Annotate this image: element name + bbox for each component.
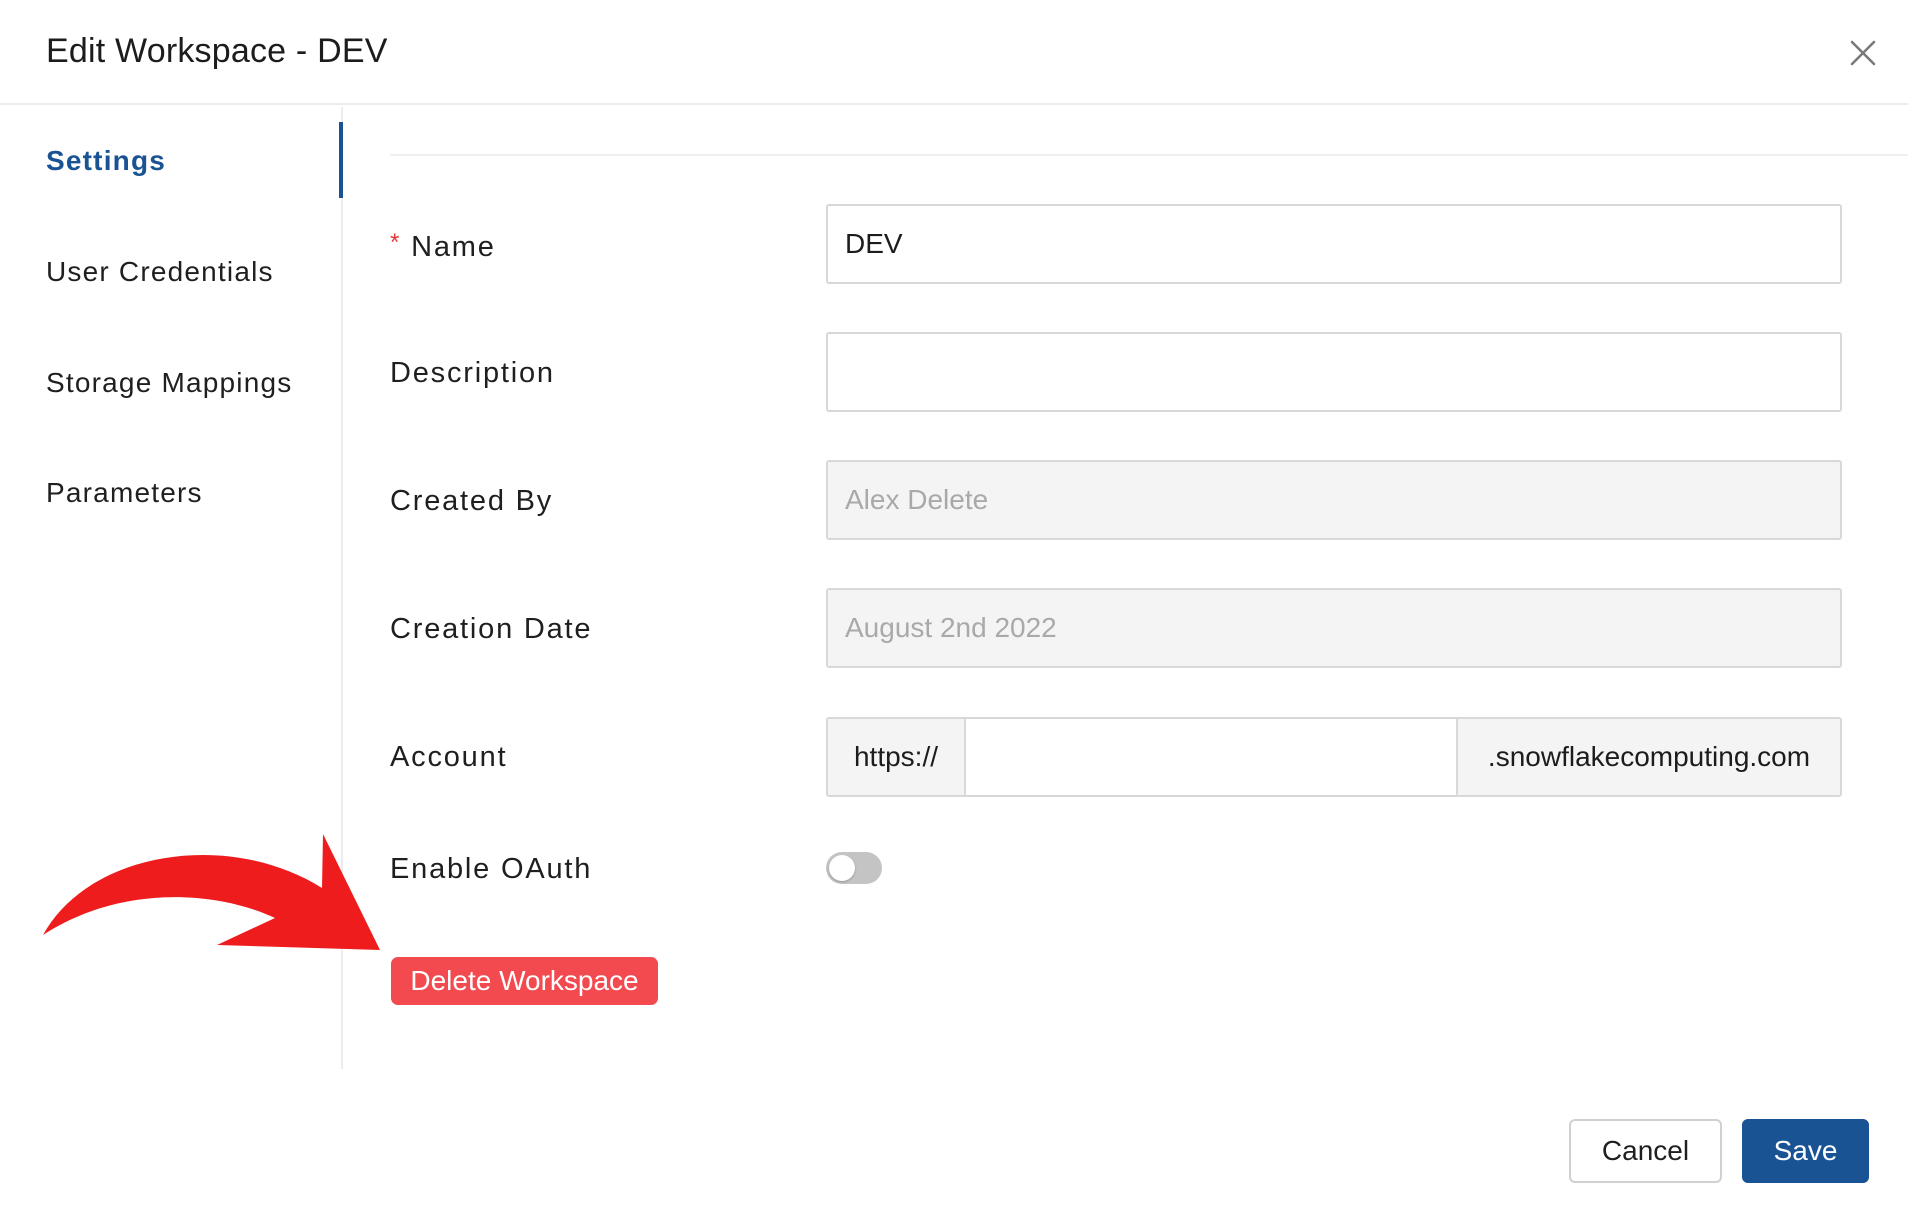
sidebar-item-user-credentials[interactable]: User Credentials bbox=[46, 256, 274, 288]
created-by-input bbox=[826, 460, 1842, 540]
save-button[interactable]: Save bbox=[1742, 1119, 1869, 1183]
modal-title: Edit Workspace - DEV bbox=[46, 32, 388, 70]
name-input[interactable] bbox=[826, 204, 1842, 284]
account-label: Account bbox=[390, 741, 508, 773]
close-icon bbox=[1850, 40, 1876, 66]
toggle-knob bbox=[829, 855, 855, 881]
edit-workspace-modal: Edit Workspace - DEV Settings User Crede… bbox=[0, 0, 1908, 1226]
content-divider bbox=[390, 154, 1908, 156]
creation-date-input bbox=[826, 588, 1842, 668]
account-input-group: https:// .snowflakecomputing.com bbox=[826, 717, 1842, 797]
arrow-icon bbox=[43, 834, 380, 950]
sidebar-item-storage-mappings[interactable]: Storage Mappings bbox=[46, 367, 292, 399]
account-prefix: https:// bbox=[828, 719, 966, 795]
modal-header: Edit Workspace - DEV bbox=[0, 0, 1908, 105]
delete-workspace-button[interactable]: Delete Workspace bbox=[391, 957, 658, 1005]
sidebar-item-settings[interactable]: Settings bbox=[46, 145, 166, 177]
required-mark: * bbox=[390, 229, 402, 256]
enable-oauth-toggle[interactable] bbox=[826, 852, 882, 884]
sidebar-item-parameters[interactable]: Parameters bbox=[46, 477, 203, 509]
account-suffix: .snowflakecomputing.com bbox=[1456, 719, 1840, 795]
name-label: * Name bbox=[390, 229, 496, 264]
account-input[interactable] bbox=[966, 719, 1456, 795]
creation-date-label: Creation Date bbox=[390, 613, 593, 645]
description-label: Description bbox=[390, 357, 555, 389]
enable-oauth-label: Enable OAuth bbox=[390, 853, 593, 885]
close-button[interactable] bbox=[1843, 33, 1883, 73]
created-by-label: Created By bbox=[390, 485, 554, 517]
active-tab-indicator bbox=[339, 122, 343, 198]
cancel-button[interactable]: Cancel bbox=[1569, 1119, 1722, 1183]
name-label-text: Name bbox=[411, 231, 496, 263]
description-input[interactable] bbox=[826, 332, 1842, 412]
